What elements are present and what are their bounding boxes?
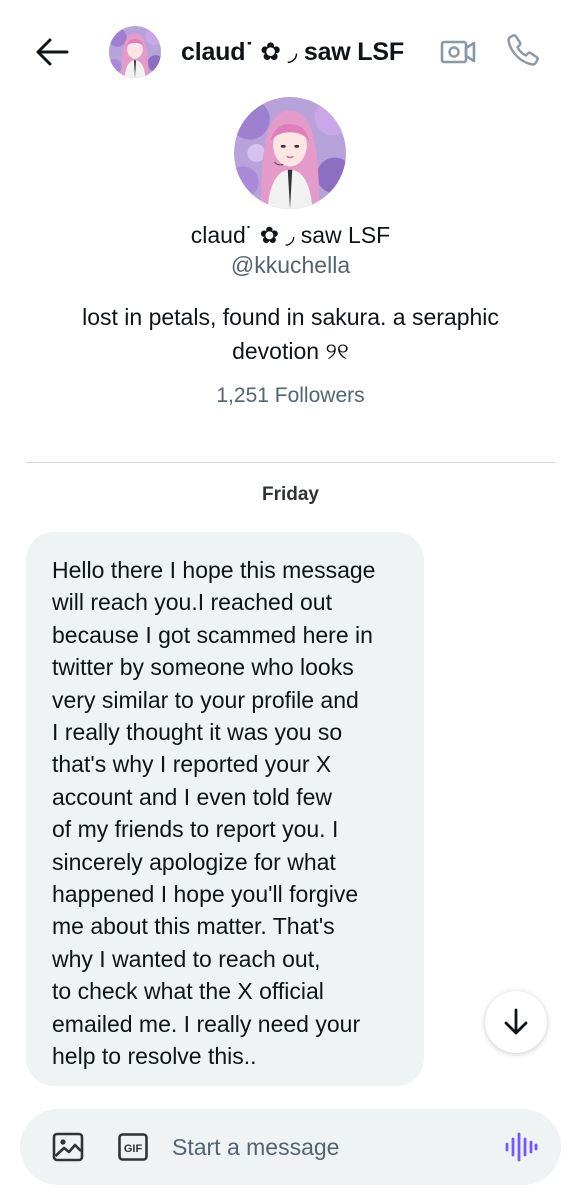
message-line: sincerely apologize for what	[52, 848, 336, 875]
message-line: to check what the X official	[52, 978, 324, 1005]
message-bubble[interactable]: Hello there I hope this message will rea…	[26, 532, 424, 1086]
message-composer: GIF	[20, 1109, 561, 1185]
back-button[interactable]	[32, 32, 72, 72]
message-line: me about this matter. That's	[52, 913, 335, 940]
bio-line: devotion ୨୧	[232, 338, 349, 364]
arrow-down-icon	[504, 1008, 528, 1035]
profile-display-name[interactable]: claud˙ ✿ ◞ saw LSF	[0, 222, 581, 249]
date-separator: Friday	[261, 484, 320, 505]
gif-label: GIF	[124, 1143, 143, 1155]
message-line: of my friends to report you. I	[52, 816, 339, 843]
profile-handle[interactable]: @kkuchella	[0, 252, 581, 279]
message-line: because I got scammed here in	[52, 621, 373, 648]
video-camera-icon	[440, 40, 476, 64]
message-line: emailed me. I really need your	[52, 1010, 361, 1037]
avatar-image	[234, 97, 346, 209]
scroll-to-bottom-button[interactable]	[485, 991, 547, 1053]
message-line: help to resolve this..	[52, 1043, 257, 1070]
message-line: will reach you.I reached out	[52, 589, 332, 616]
message-line: very similar to your profile and	[52, 686, 359, 713]
message-line: account and I even told few	[52, 783, 333, 810]
image-icon	[52, 1132, 84, 1162]
message-line: I really thought it was you so	[52, 719, 343, 746]
message-line: happened I hope you'll forgive	[52, 881, 359, 908]
message-line: Hello there I hope this message	[52, 557, 376, 583]
message-line: why I wanted to reach out,	[52, 945, 321, 972]
gif-icon: GIF	[118, 1133, 148, 1161]
voice-message-button[interactable]	[504, 1131, 538, 1163]
arrow-left-icon	[36, 38, 69, 66]
followers-count[interactable]: 1,251 Followers	[0, 384, 581, 408]
conversation-header: claud˙ ✿ ◞ saw LSF	[0, 0, 581, 104]
header-display-name[interactable]: claud˙ ✿ ◞ saw LSF	[181, 37, 404, 67]
phone-icon	[507, 34, 539, 66]
bio-line: lost in petals, found in sakura. a serap…	[82, 304, 499, 330]
add-image-button[interactable]	[52, 1131, 84, 1163]
profile-avatar[interactable]	[234, 97, 346, 209]
voice-waveform-icon	[505, 1132, 538, 1162]
voice-call-button[interactable]	[505, 32, 541, 68]
section-divider	[26, 462, 555, 463]
add-gif-button[interactable]: GIF	[118, 1133, 148, 1161]
video-call-button[interactable]	[440, 34, 476, 70]
message-line: twitter by someone who looks	[52, 654, 354, 681]
profile-bio: lost in petals, found in sakura. a serap…	[50, 300, 531, 368]
header-avatar[interactable]	[109, 26, 161, 78]
message-input[interactable]	[172, 1129, 492, 1165]
avatar-image	[109, 26, 161, 78]
message-line: that's why I reported your X	[52, 751, 332, 778]
